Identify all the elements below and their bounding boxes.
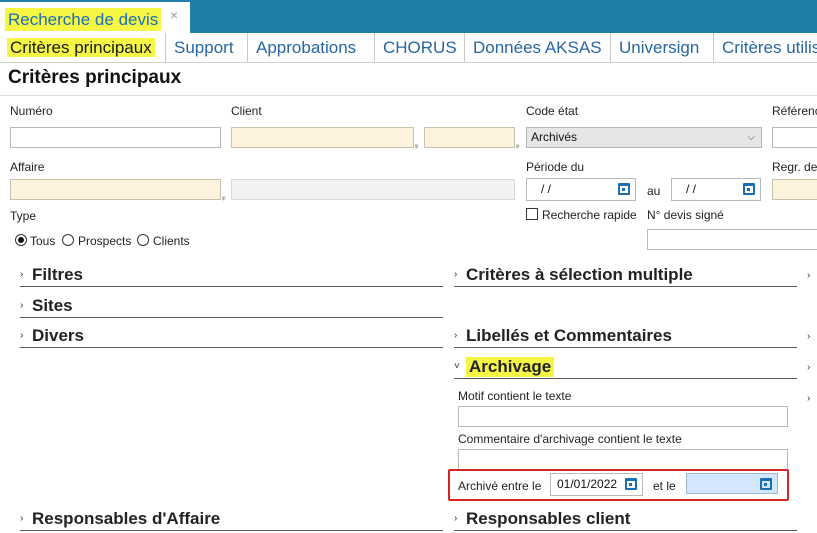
client-code-input[interactable] [231, 127, 414, 148]
affaire-label: Affaire [10, 160, 45, 174]
tab-approbations[interactable]: Approbations [248, 33, 375, 62]
calendar-icon[interactable] [760, 478, 772, 490]
commentaire-archivage-input[interactable] [458, 449, 788, 470]
section-sites[interactable]: › Sites [20, 296, 443, 318]
tab-donnees-aksas[interactable]: Données AKSAS [465, 33, 611, 62]
regr-label: Regr. de [772, 160, 817, 174]
collapse-arrow-icon: ˅ [454, 361, 460, 372]
tab-strip: Critères principaux Support Approbations… [0, 33, 817, 63]
expand-arrow-icon: › [454, 513, 458, 524]
devis-signe-label: N° devis signé [647, 208, 724, 222]
tab-chorus[interactable]: CHORUS [375, 33, 465, 62]
regr-input[interactable] [772, 179, 817, 200]
archive-et-le-label: et le [653, 479, 676, 493]
section-criteres-multiples[interactable]: › Critères à sélection multiple [454, 265, 797, 287]
expand-arrow-icon[interactable]: › [807, 393, 810, 404]
reference-input[interactable] [772, 127, 817, 148]
tab-support[interactable]: Support [166, 33, 248, 62]
expand-arrow-icon[interactable]: › [807, 331, 810, 342]
type-prospects-label: Prospects [78, 234, 132, 248]
document-tab[interactable]: Recherche de devis × [0, 2, 190, 33]
calendar-icon[interactable] [618, 183, 630, 195]
type-radio-prospects[interactable] [62, 234, 74, 246]
expand-arrow-icon: › [20, 513, 24, 524]
affaire-input[interactable] [10, 179, 221, 200]
numero-input[interactable] [10, 127, 221, 148]
type-clients-label: Clients [153, 234, 190, 248]
motif-label: Motif contient le texte [458, 389, 572, 403]
type-label: Type [10, 209, 37, 223]
tab-criteres-utilisateur[interactable]: Critères utilis [714, 33, 817, 62]
code-etat-select[interactable]: Archivés ⌵ [526, 127, 762, 148]
expand-arrow-icon: › [20, 300, 24, 311]
expand-arrow-icon[interactable]: › [807, 362, 810, 373]
section-archivage[interactable]: ˅ Archivage [454, 357, 797, 379]
affaire-name-display [231, 179, 515, 200]
expand-arrow-icon: › [20, 269, 24, 280]
archive-entre-label: Archivé entre le [458, 479, 542, 493]
chevron-down-icon: ⌵ [747, 132, 755, 143]
client-name-input[interactable] [424, 127, 515, 148]
periode-to-date[interactable]: / / [671, 178, 761, 201]
page-title: Critères principaux [8, 67, 182, 88]
tab-criteres-principaux[interactable]: Critères principaux [0, 33, 166, 62]
periode-label: Période du [526, 160, 585, 174]
type-radio-tous[interactable] [15, 234, 27, 246]
expand-arrow-icon: › [454, 330, 458, 341]
expand-arrow-icon: › [454, 269, 458, 280]
commentaire-archivage-label: Commentaire d'archivage contient le text… [458, 432, 682, 446]
client-lookup-icon[interactable]: ᵩ [415, 141, 419, 149]
recherche-rapide-checkbox[interactable] [526, 208, 538, 220]
calendar-icon[interactable] [625, 478, 637, 490]
document-tab-title: Recherche de devis [5, 8, 162, 31]
close-icon[interactable]: × [170, 8, 178, 22]
section-responsables-client[interactable]: › Responsables client [454, 509, 797, 531]
code-etat-label: Code état [526, 104, 579, 118]
calendar-icon[interactable] [743, 183, 755, 195]
archive-to-date[interactable] [686, 473, 778, 494]
type-radio-clients[interactable] [137, 234, 149, 246]
expand-arrow-icon: › [20, 330, 24, 341]
tab-universign[interactable]: Universign [611, 33, 714, 62]
archive-from-date[interactable]: 01/01/2022 [550, 473, 643, 496]
divider [0, 95, 817, 96]
type-tous-label: Tous [30, 234, 56, 248]
periode-au-label: au [647, 184, 661, 198]
expand-arrow-icon[interactable]: › [807, 270, 810, 281]
affaire-lookup-icon[interactable]: ᵩ [222, 193, 226, 201]
section-filtres[interactable]: › Filtres [20, 265, 443, 287]
periode-from-date[interactable]: / / [526, 178, 636, 201]
devis-signe-input[interactable] [647, 229, 817, 250]
numero-label: Numéro [10, 104, 53, 118]
recherche-rapide-label: Recherche rapide [542, 208, 637, 222]
client-name-lookup-icon[interactable]: ᵩ [516, 141, 520, 149]
client-label: Client [231, 104, 262, 118]
reference-label: Référenc [772, 104, 817, 118]
section-responsables-affaire[interactable]: › Responsables d'Affaire [20, 509, 443, 531]
motif-input[interactable] [458, 406, 788, 427]
section-divers[interactable]: › Divers [20, 326, 443, 348]
section-libelles[interactable]: › Libellés et Commentaires [454, 326, 797, 348]
